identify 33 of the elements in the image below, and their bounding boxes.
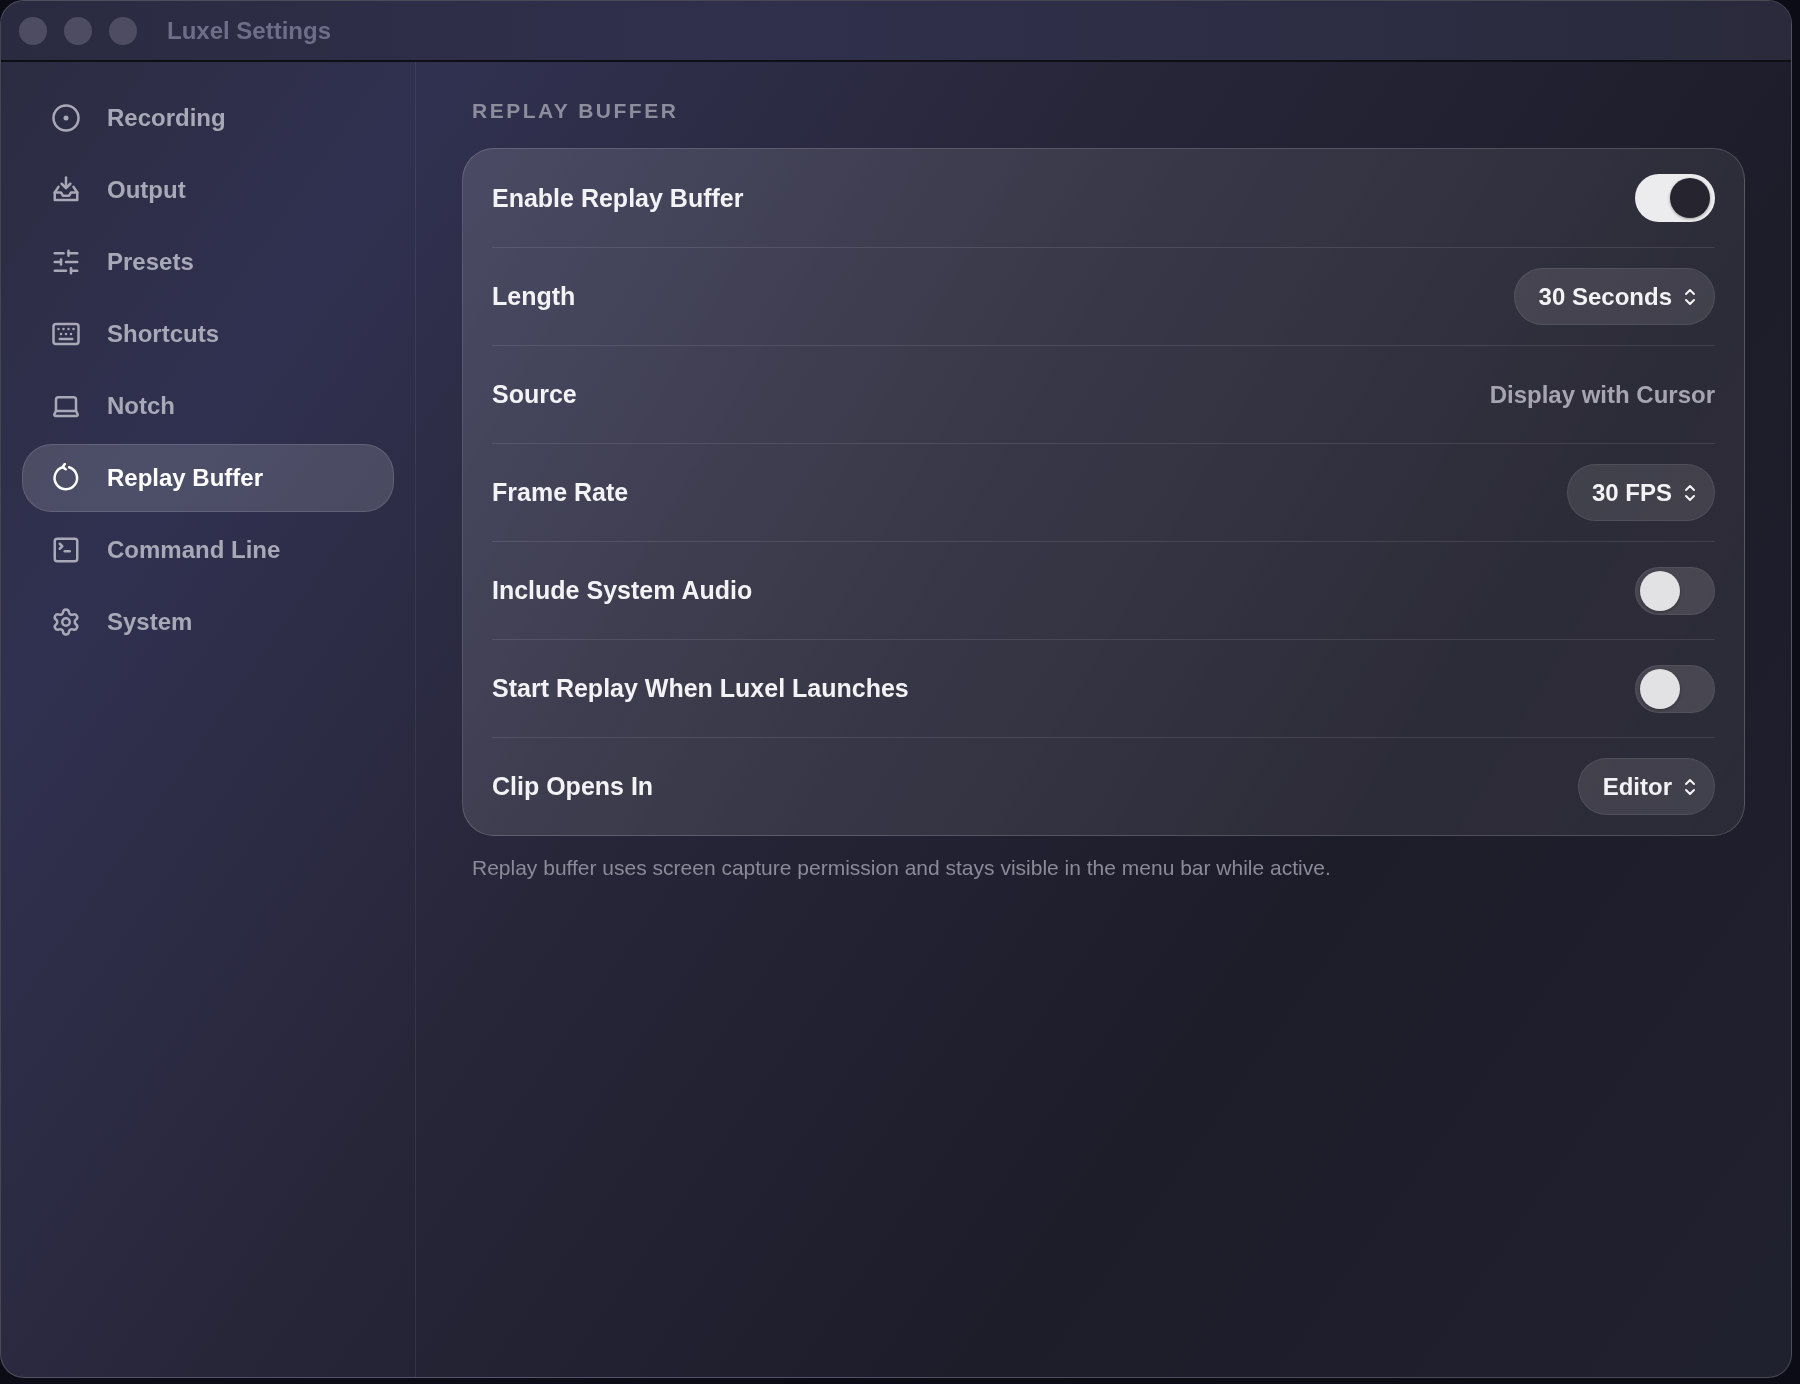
chevron-updown-icon xyxy=(1684,776,1696,797)
setting-label: Start Replay When Luxel Launches xyxy=(492,674,909,703)
sidebar-item[interactable]: Presets xyxy=(22,228,394,296)
circular-arrow-icon xyxy=(51,463,81,493)
sidebar-item[interactable]: Notch xyxy=(22,372,394,440)
sidebar-item[interactable]: Recording xyxy=(22,84,394,152)
setting-label: Frame Rate xyxy=(492,478,629,507)
toggle-switch[interactable] xyxy=(1635,174,1715,222)
toggle-switch[interactable] xyxy=(1635,664,1715,713)
toggle-switch[interactable] xyxy=(1635,566,1715,615)
sidebar-item[interactable]: Replay Buffer xyxy=(22,444,394,512)
settings-icon xyxy=(51,607,81,637)
window-title: Luxel Settings xyxy=(167,16,332,45)
dropdown-button[interactable]: 30 FPS xyxy=(1566,464,1715,521)
setting-label: Clip Opens In xyxy=(492,772,654,801)
setting-label: Include System Audio xyxy=(492,576,753,605)
record-icon xyxy=(51,103,81,133)
dropdown-button[interactable]: Editor xyxy=(1577,758,1715,815)
sidebar-item[interactable]: System xyxy=(22,588,394,656)
footnote-text: Replay buffer uses screen capture permission and stays visible in the menu bar while active. xyxy=(472,855,1332,881)
setting-label: Source xyxy=(492,380,577,409)
setting-value: Display with Cursor xyxy=(1489,380,1715,409)
terminal-icon xyxy=(51,535,81,565)
sidebar-item[interactable]: Output xyxy=(22,156,394,224)
section-title: REPLAY BUFFER xyxy=(472,98,680,124)
sliders-icon xyxy=(51,247,81,277)
chevron-updown-icon xyxy=(1684,482,1696,503)
chevron-updown-icon xyxy=(1684,286,1696,307)
setting-label: Enable Replay Buffer xyxy=(492,183,744,213)
sidebar-item[interactable]: Command Line xyxy=(22,516,394,584)
dropdown-button[interactable]: 30 Seconds xyxy=(1513,268,1715,325)
setting-label: Length xyxy=(492,282,576,311)
sidebar-item[interactable]: Shortcuts xyxy=(22,300,394,368)
